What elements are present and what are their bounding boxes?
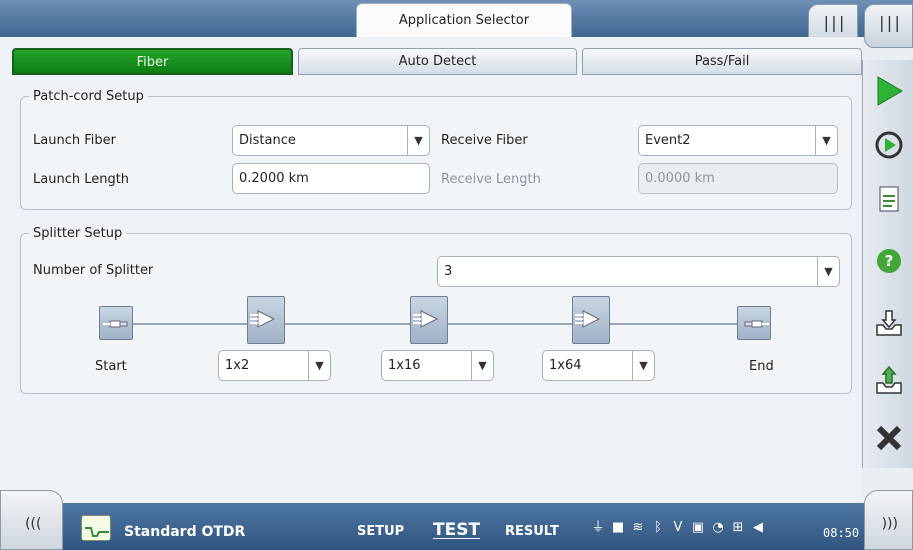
help-button[interactable]: ? (863, 238, 913, 284)
splitter-setup-legend: Splitter Setup (33, 226, 123, 241)
splitter-3-ratio-value: 1x64 (549, 358, 582, 373)
number-of-splitter-value: 3 (444, 264, 453, 279)
refresh-play-icon (875, 131, 903, 159)
help-icon: ? (877, 249, 901, 273)
tab-auto-detect[interactable]: Auto Detect (298, 48, 577, 75)
terminal-icon: ▣ (691, 520, 705, 535)
tab-pass-fail[interactable]: Pass/Fail (582, 48, 862, 75)
end-label: End (749, 359, 774, 374)
splitter-3-ratio-select[interactable]: 1x64 ▼ (542, 350, 655, 381)
collapse-left-button[interactable]: ((( (0, 490, 63, 550)
camera-icon: ■ (611, 520, 625, 535)
nav-test[interactable]: TEST (433, 520, 480, 540)
launch-fiber-label: Launch Fiber (33, 133, 116, 148)
tab-bar: Fiber Auto Detect Pass/Fail (12, 48, 862, 75)
launch-length-input[interactable]: 0.2000 km (232, 163, 430, 194)
chevron-down-icon: ▼ (817, 257, 839, 286)
splitter-2-ratio-value: 1x16 (388, 358, 421, 373)
open-button[interactable] (863, 358, 913, 404)
splitter-1-node (247, 296, 285, 344)
nav-result[interactable]: RESULT (505, 524, 559, 539)
splitter-2-node (410, 296, 448, 344)
play-icon (877, 76, 903, 106)
save-tray-icon (876, 310, 902, 336)
launch-length-label: Launch Length (33, 172, 130, 187)
side-toolbar: ? (862, 60, 913, 468)
splitter-3-node (572, 296, 610, 344)
splitter-1-ratio-select[interactable]: 1x2 ▼ (218, 350, 331, 381)
connector-icon (744, 320, 769, 328)
realtime-button[interactable] (863, 122, 913, 168)
chevron-down-icon: ▼ (632, 351, 654, 380)
chevron-down-icon: ▼ (815, 126, 837, 155)
number-of-splitter-label: Number of Splitter (33, 263, 154, 278)
app-title: Standard OTDR (124, 524, 246, 540)
menu-toggle-button-2[interactable]: ||| (864, 4, 913, 48)
end-connector-node (737, 306, 771, 340)
launch-fiber-value: Distance (239, 133, 296, 148)
nav-setup[interactable]: SETUP (357, 524, 404, 539)
close-button[interactable] (863, 415, 913, 461)
save-button[interactable] (863, 300, 913, 346)
speaker-icon: ◀ (753, 520, 763, 535)
satellite-icon: ◔ (712, 520, 724, 535)
splitter-icon (250, 310, 276, 328)
network-icon: ⊞ (732, 520, 744, 535)
number-of-splitter-select[interactable]: 3 ▼ (437, 256, 840, 287)
splitter-icon (413, 310, 439, 328)
splitter-2-ratio-select[interactable]: 1x16 ▼ (381, 350, 494, 381)
clock: 08:50 (823, 526, 860, 540)
launch-fiber-select[interactable]: Distance ▼ (232, 125, 430, 156)
bluetooth-icon: ᛒ (654, 520, 662, 535)
patch-cord-setup-legend: Patch-cord Setup (33, 89, 144, 104)
start-connector-node (99, 306, 133, 340)
start-label: Start (95, 359, 127, 374)
receive-fiber-label: Receive Fiber (441, 133, 528, 148)
receive-fiber-select[interactable]: Event2 ▼ (638, 125, 838, 156)
otdr-app-icon (81, 515, 111, 541)
otdr-screen: Application Selector ||| ||| Fiber Auto … (0, 0, 913, 550)
chevron-down-icon: ▼ (407, 126, 429, 155)
svg-text:?: ? (885, 252, 894, 270)
connector-icon (103, 320, 128, 328)
receive-length-input: 0.0000 km (638, 163, 838, 194)
power-plug-icon: ⏚ (591, 520, 605, 535)
receive-fiber-value: Event2 (645, 133, 691, 148)
splitter-1-ratio-value: 1x2 (225, 358, 250, 373)
chevron-down-icon: ▼ (471, 351, 493, 380)
chevron-down-icon: ▼ (308, 351, 330, 380)
start-test-button[interactable] (863, 68, 913, 114)
report-button[interactable] (863, 177, 913, 223)
status-icon-tray: ⏚ ■ ≋ ᛒ V ▣ ◔ ⊞ ◀ (590, 516, 766, 540)
open-tray-icon (876, 365, 902, 394)
report-icon (879, 186, 899, 212)
otdr-trace-icon (85, 527, 109, 537)
tab-fiber[interactable]: Fiber (12, 48, 293, 75)
collapse-right-button[interactable]: ))) (864, 490, 913, 550)
close-icon (876, 425, 902, 451)
v-icon: V (673, 520, 683, 535)
wifi-icon: ≋ (632, 520, 644, 535)
receive-length-label: Receive Length (441, 172, 541, 187)
application-selector-tab[interactable]: Application Selector (356, 3, 572, 37)
splitter-icon (575, 310, 601, 328)
